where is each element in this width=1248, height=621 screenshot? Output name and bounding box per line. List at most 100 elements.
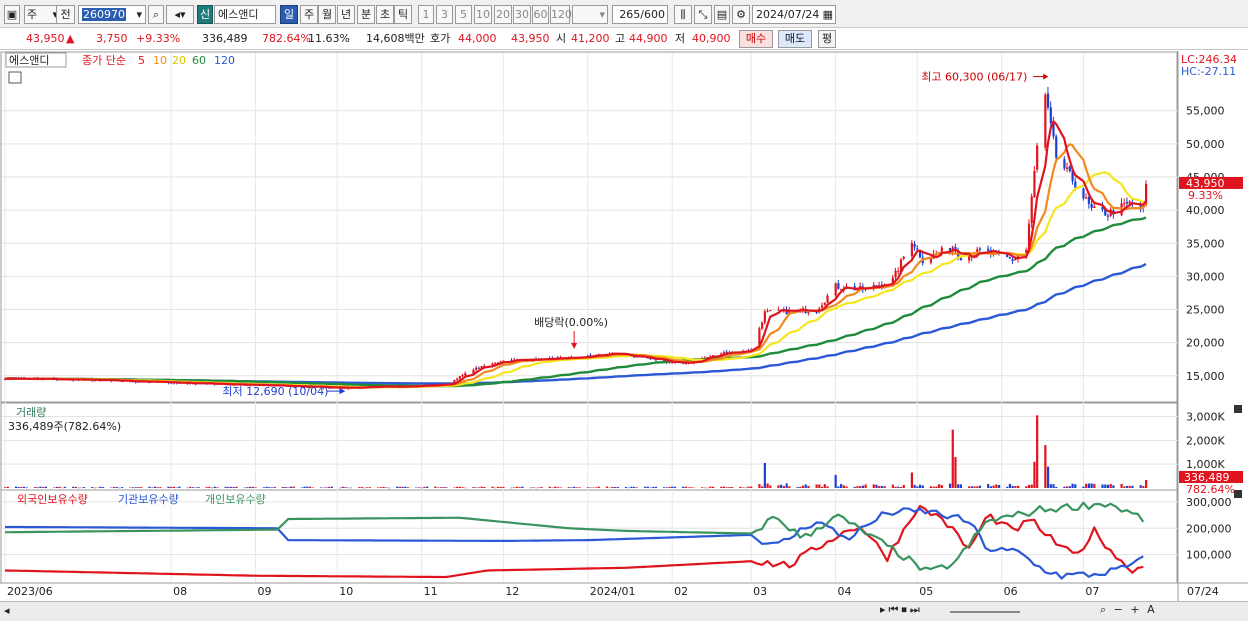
candle-body [978,248,982,250]
tab-period-0[interactable]: 일 [280,5,298,24]
tab-period-2[interactable]: 월 [318,5,336,24]
candle-body [897,270,900,272]
window-icon[interactable]: ▣ [4,5,20,24]
volume-bar [322,487,325,489]
volume-bar [1106,484,1110,488]
candle-body [1093,206,1096,209]
candle-body [902,256,905,259]
volume-bar [992,485,995,488]
interval-select[interactable]: ▾ [572,5,608,24]
volume-bar [61,487,64,489]
scroll-left-icon[interactable]: ◂ [4,604,10,617]
buy-button[interactable]: 매수 [739,30,773,48]
volume-bar [777,485,780,488]
table-icon[interactable] [8,71,22,84]
volume-bar [799,486,802,488]
volume-bar [456,486,459,488]
tab-interval-20[interactable]: 20 [494,5,512,24]
volume-bar [747,486,750,488]
save-icon[interactable]: ▤ [714,5,730,24]
volume-bar [148,486,151,488]
avg-button[interactable]: 평 [818,30,836,48]
prev-button[interactable]: 전 [56,5,75,24]
volume-bar [1052,484,1055,488]
volume-bar [1036,415,1039,488]
tab-interval-1[interactable]: 1 [418,5,434,24]
volume-bar [970,486,973,488]
x-tick-label: 11 [424,585,438,598]
volume-bar [897,486,900,488]
volume-bar [744,487,747,489]
candle-icon[interactable]: ⫼ [674,5,692,24]
volume-bar [815,484,818,488]
speaker-icon[interactable]: ◂▾ [166,5,194,24]
tab-period-1[interactable]: 주 [300,5,318,24]
search-icon[interactable]: ⌕ [148,5,164,24]
volume-bar [273,486,276,488]
volume-bar [785,483,788,488]
volume-bar [270,487,274,488]
count-field[interactable]: 265/600 [612,5,668,24]
volume-bar [42,486,45,488]
volume-tick-label: 3,000K [1186,411,1225,424]
volume-bar [1145,479,1148,488]
tab-period-3[interactable]: 년 [337,5,355,24]
volume-bar [137,487,140,488]
volume-bar [55,486,58,488]
volume-bar [1090,483,1093,488]
tab-period-4[interactable]: 분 [357,5,375,24]
volume-bar [1017,485,1020,488]
price-tick-label: 20,000 [1186,337,1225,350]
volume-bar [692,487,696,489]
candle-body [1046,93,1050,108]
volume-bar [208,486,211,488]
draw-icon[interactable]: ⤡ [694,5,712,24]
volume-bar [281,487,284,488]
price-change: 3,750 [96,32,128,45]
change-percent: +9.33% [136,32,181,45]
volume-bar [227,486,230,488]
candle-body [1044,94,1047,148]
volume-bar [894,486,897,488]
volume-bar [709,486,712,488]
tab-interval-120[interactable]: 120 [550,5,572,24]
zoom-slider[interactable] [950,611,1020,613]
date-field[interactable]: 2024/07/24 ▦ [752,5,836,24]
stock-chart[interactable]: 55,00050,00045,00040,00035,00030,00025,0… [0,51,1248,601]
volume-bar [739,486,742,488]
legend-ma5: 5 [138,54,145,67]
dividend-annotation: 배당락(0.00%) [534,316,608,329]
tab-interval-5[interactable]: 5 [455,5,472,24]
gear-icon[interactable]: ⚙ [732,5,750,24]
playback-controls[interactable]: ▸⏮⏹⏭ [880,603,923,617]
volume-bar [415,487,418,488]
volume-bar [932,486,935,488]
volume-bar [20,487,23,488]
candle-body [761,322,764,329]
tab-interval-60[interactable]: 60 [532,5,549,24]
volume-bar [586,487,589,488]
scroll-bar[interactable]: ◂ ▸⏮⏹⏭ ⌕ − + A [0,601,1248,621]
trade-volume: 336,489 [202,32,248,45]
turnover-percent: 11.63% [308,32,350,45]
volume-bar [652,486,655,488]
open-price: 41,200 [571,32,610,45]
zoom-controls[interactable]: ⌕ − + A [1100,603,1157,617]
sell-button[interactable]: 매도 [778,30,812,48]
volume-bar [1123,486,1126,488]
volume-bar [861,485,864,488]
volume-bar [761,486,764,488]
tab-period-5[interactable]: 초 [376,5,394,24]
volume-bar [102,487,105,488]
volume-bar [916,486,919,488]
candle-body [834,283,837,296]
tab-interval-30[interactable]: 30 [513,5,531,24]
volume-bar [36,487,39,488]
high-price: 44,900 [629,32,668,45]
tab-interval-3[interactable]: 3 [436,5,453,24]
tab-period-6[interactable]: 틱 [394,5,412,24]
stock-code-input[interactable]: 260970 ▾ [78,5,146,24]
tab-interval-10[interactable]: 10 [474,5,492,24]
stock-name-field[interactable]: 에스앤디 [214,5,276,24]
volume-bar [763,462,766,488]
